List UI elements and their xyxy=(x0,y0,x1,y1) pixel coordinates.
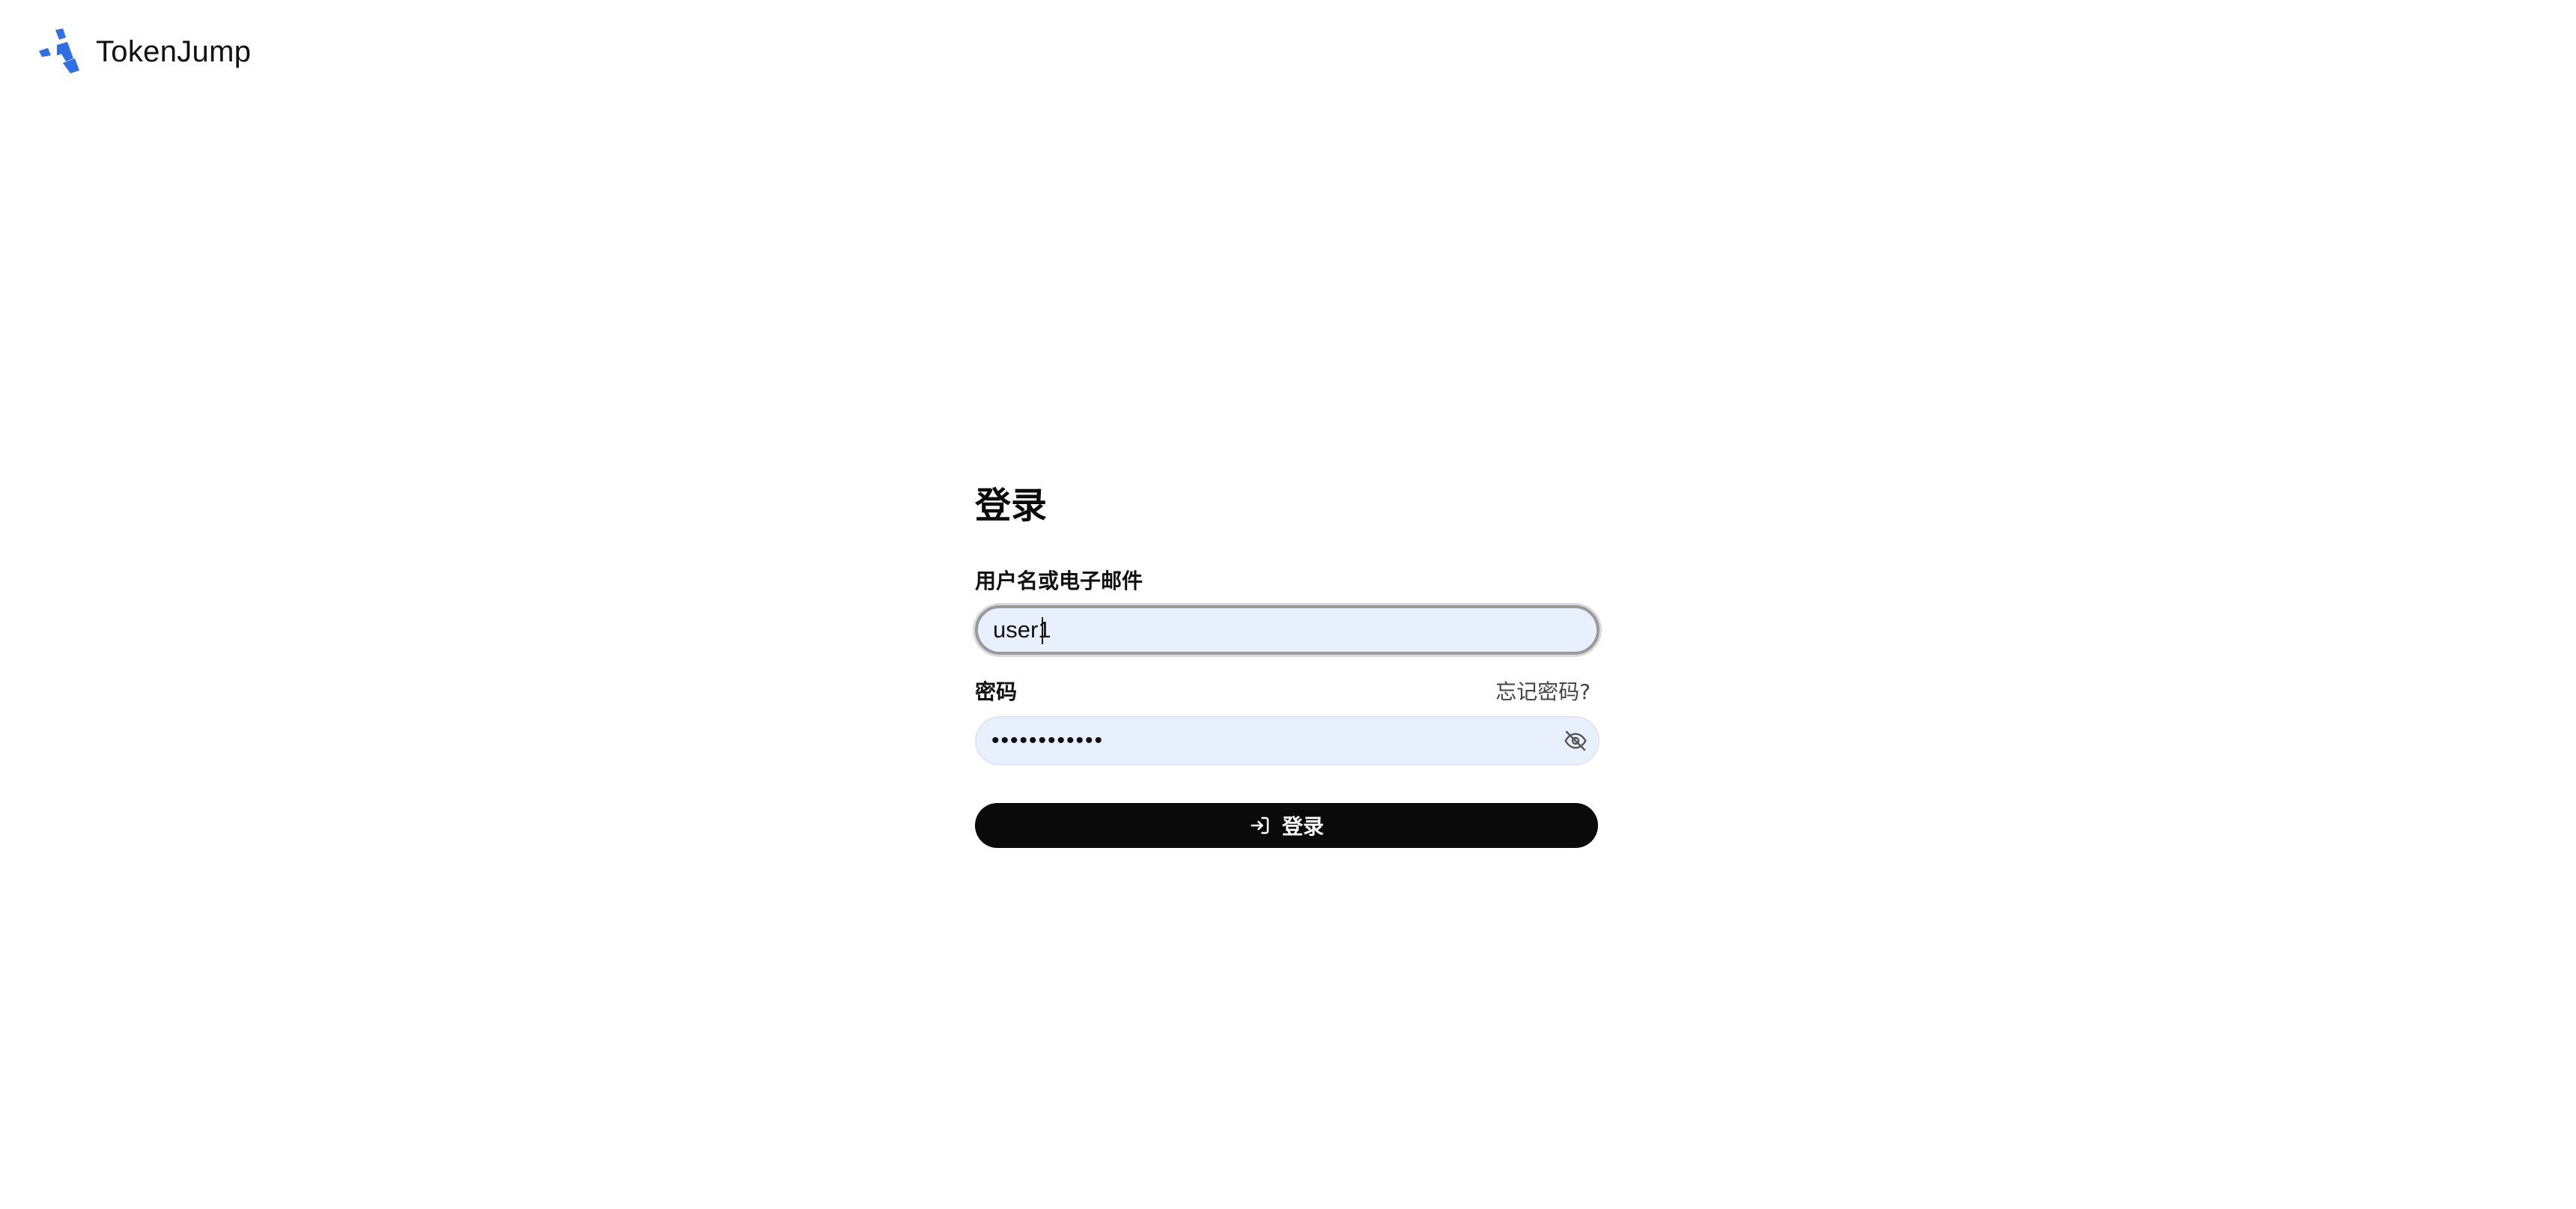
brand[interactable]: TokenJump xyxy=(36,28,251,75)
tokenjump-logo-icon xyxy=(39,28,79,73)
login-form: 登录 用户名或电子邮件 密码 忘记密码? xyxy=(975,479,1600,848)
username-label: 用户名或电子邮件 xyxy=(975,569,1143,593)
login-page: TokenJump 登录 用户名或电子邮件 密码 忘记密码? xyxy=(0,0,2576,1209)
forgot-password-link[interactable]: 忘记密码? xyxy=(1495,676,1591,706)
login-arrow-icon xyxy=(1251,816,1269,834)
page-title: 登录 xyxy=(975,485,1048,527)
brand-name: TokenJump xyxy=(96,34,252,68)
text-caret xyxy=(1042,617,1043,644)
password-label: 密码 xyxy=(975,679,1018,704)
password-visibility-toggle[interactable] xyxy=(1562,727,1589,754)
username-input-wrap xyxy=(975,605,1600,655)
password-input[interactable] xyxy=(975,716,1600,766)
login-button-label: 登录 xyxy=(1281,814,1324,839)
password-input-wrap xyxy=(975,716,1600,766)
username-input[interactable] xyxy=(975,605,1600,655)
password-label-row: 密码 忘记密码? xyxy=(975,676,1600,706)
username-label-row: 用户名或电子邮件 xyxy=(975,565,1600,595)
eye-off-icon xyxy=(1564,730,1587,751)
login-button[interactable]: 登录 xyxy=(975,803,1598,848)
